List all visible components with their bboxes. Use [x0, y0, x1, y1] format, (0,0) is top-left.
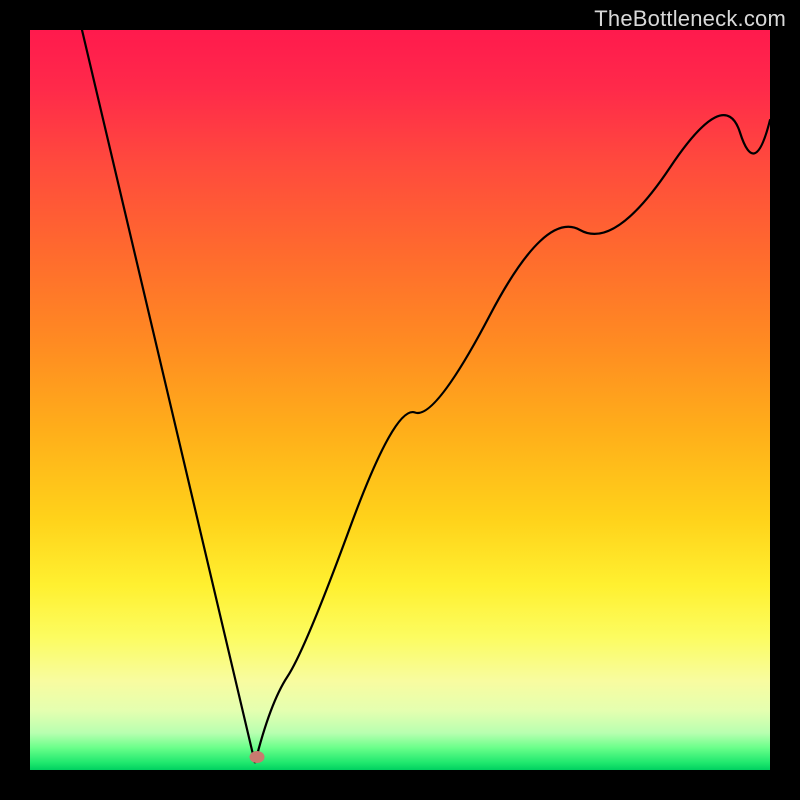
plot-area — [30, 30, 770, 770]
curve-svg — [30, 30, 770, 770]
watermark-text: TheBottleneck.com — [594, 6, 786, 32]
bottleneck-curve — [82, 30, 770, 763]
optimal-point-marker — [250, 751, 265, 763]
chart-frame: TheBottleneck.com — [0, 0, 800, 800]
